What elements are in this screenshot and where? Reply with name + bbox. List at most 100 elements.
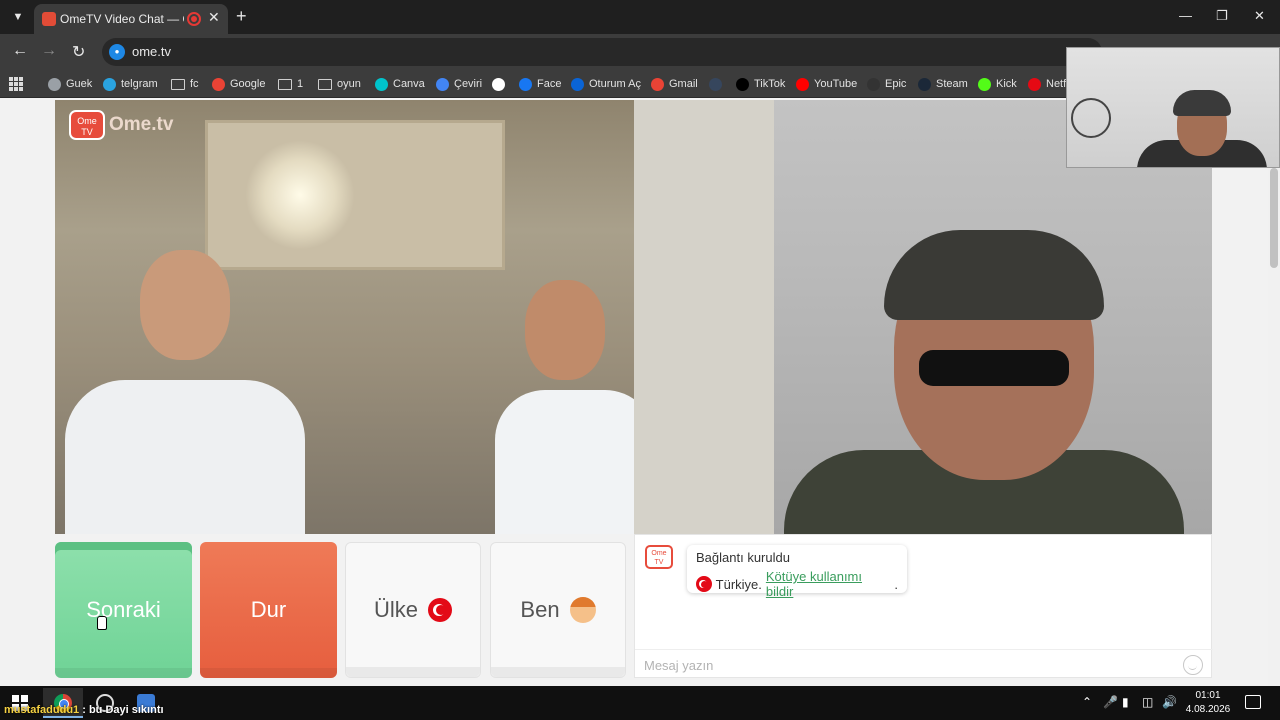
bookmark-label: Canva: [393, 78, 425, 90]
clock-date: 4.08.2026: [1185, 704, 1231, 715]
tab-close-icon[interactable]: ✕: [208, 9, 220, 26]
volume-icon[interactable]: 🔊: [1162, 695, 1177, 709]
turkey-flag-icon: [696, 576, 712, 592]
turkey-flag-icon: [428, 598, 452, 622]
folder-icon: [318, 78, 332, 90]
emoji-icon[interactable]: [1183, 655, 1203, 675]
person-figure: [65, 230, 305, 534]
page-scrollbar[interactable]: [1268, 98, 1280, 686]
bookmark-label: Google: [230, 78, 266, 90]
ometv-favicon-icon: [42, 12, 56, 26]
back-icon[interactable]: ←: [12, 42, 28, 60]
steam-icon: [918, 77, 931, 91]
partner-country: Türkiye.: [715, 576, 762, 592]
clock-time: 01:01: [1195, 690, 1221, 701]
folder-icon: [171, 78, 185, 90]
window-close-icon[interactable]: ✕: [1254, 8, 1265, 24]
person-figure: [784, 230, 1184, 534]
bookmark-oyun[interactable]: oyun: [318, 76, 361, 92]
stream-chat-overlay: mustafadudu1 : bu Dayi sıkıntı: [4, 704, 164, 716]
message-placeholder: Mesaj yazın: [644, 658, 714, 673]
tab-search-chevron-icon[interactable]: ▼: [8, 7, 28, 27]
bookmark-1[interactable]: 1: [278, 76, 303, 92]
google-icon: [212, 77, 225, 91]
address-bar[interactable]: ● ome.tv: [102, 38, 1102, 66]
stop-button[interactable]: Dur: [200, 542, 337, 678]
bookmark-oturum-aç[interactable]: Oturum Aç: [571, 76, 641, 92]
tumblr-icon: [709, 77, 722, 91]
notifications-icon[interactable]: [1245, 695, 1261, 709]
tab-ometv[interactable]: OmeTV Video Chat — Ome ✕: [34, 4, 228, 34]
battery-icon[interactable]: ▮: [1122, 695, 1129, 709]
bookmark-x[interactable]: [492, 76, 505, 92]
bookmark-gmail[interactable]: Gmail: [651, 76, 698, 92]
bookmark-netfl[interactable]: Netfl: [1028, 76, 1069, 92]
bookmark-label: Gmail: [669, 78, 698, 90]
bookmark-label: TikTok: [754, 78, 786, 90]
youtube-icon: [796, 77, 809, 91]
bookmark-label: Epic: [885, 78, 907, 90]
bookmark-label: Çeviri: [454, 78, 483, 90]
bookmark-epic[interactable]: Epic: [867, 76, 906, 92]
network-icon[interactable]: ◫: [1142, 695, 1153, 709]
bookmark-kick[interactable]: Kick: [978, 76, 1017, 92]
bookmark-telgram[interactable]: telgram: [103, 76, 158, 92]
local-video: Ome TV Ome.tv: [55, 100, 634, 534]
bookmark-label: 1: [297, 78, 304, 90]
bookmark-label: oyun: [337, 78, 361, 90]
bookmark-tumblr[interactable]: [709, 76, 722, 92]
ometv-logo-icon: Ome TV: [69, 110, 105, 140]
facebook-icon: [519, 77, 532, 91]
next-button[interactable]: Sonraki: [55, 542, 192, 678]
chat-panel: Ome TV Bağlantı kuruldu Türkiye. Kötüye …: [634, 534, 1213, 679]
bookmark-face[interactable]: Face: [519, 76, 561, 92]
bookmark-steam[interactable]: Steam: [918, 76, 968, 92]
apps-grid-icon[interactable]: [9, 77, 23, 91]
system-clock[interactable]: 01:01 4.08.2026: [1180, 689, 1236, 717]
microphone-icon[interactable]: 🎤: [1103, 695, 1118, 709]
globe-icon: [48, 77, 61, 91]
bookmark-çeviri[interactable]: Çeviri: [436, 76, 482, 92]
bookmark-label: telgram: [121, 78, 158, 90]
gmail-icon: [651, 77, 664, 91]
telegram-icon: [103, 77, 116, 91]
person-figure: [495, 280, 634, 534]
system-message: Bağlantı kuruldu Türkiye. Kötüye kullanı…: [687, 545, 907, 599]
forward-icon[interactable]: →: [41, 42, 57, 60]
bookmark-fc[interactable]: fc: [171, 76, 199, 92]
tray-chevron-up-icon[interactable]: ⌃: [1082, 695, 1092, 709]
bookmark-tiktok[interactable]: TikTok: [736, 76, 785, 92]
country-button[interactable]: Ülke: [345, 542, 481, 678]
ometv-logo-text: Ome.tv: [109, 114, 174, 135]
browser-tabstrip: ▼ OmeTV Video Chat — Ome ✕ + — ❐ ✕: [0, 0, 1280, 34]
tiktok-icon: [736, 77, 749, 91]
report-abuse-link[interactable]: Kötüye kullanımı bildir: [766, 569, 890, 599]
netflix-icon: [1028, 77, 1041, 91]
country-button-label: Ülke: [373, 597, 418, 622]
bookmark-label: Steam: [936, 78, 968, 90]
bookmark-google[interactable]: Google: [212, 76, 265, 92]
windows-taskbar: mustafadudu1 : bu Dayi sıkıntı ⌃ 🎤 ▮ ◫ 🔊…: [0, 686, 1280, 720]
bookmark-label: YouTube: [814, 78, 858, 90]
minimize-icon[interactable]: —: [1179, 8, 1192, 23]
streamer-webcam-overlay: [1066, 47, 1280, 168]
canva-icon: [375, 77, 388, 91]
scrollbar-thumb[interactable]: [1270, 168, 1278, 268]
ometv-logo: Ome TV Ome.tv: [69, 110, 173, 140]
me-button[interactable]: Ben: [490, 542, 626, 678]
ometv-page: Ome TV Ome.tv Sonraki Dur Ülke Ben Ome T…: [0, 98, 1268, 686]
bookmark-guek[interactable]: Guek: [48, 76, 92, 92]
camera-permission-icon[interactable]: ●: [109, 44, 125, 60]
bookmark-label: Oturum Aç: [589, 78, 641, 90]
bookmark-youtube[interactable]: YouTube: [796, 76, 857, 92]
bookmark-label: Face: [537, 78, 562, 90]
recording-indicator-icon: [187, 12, 201, 26]
maximize-icon[interactable]: ❐: [1216, 8, 1228, 24]
message-input[interactable]: Mesaj yazın: [635, 649, 1213, 679]
bookmark-canva[interactable]: Canva: [375, 76, 425, 92]
reload-icon[interactable]: ↻: [72, 42, 85, 62]
translate-icon: [436, 77, 449, 91]
kick-icon: [978, 77, 991, 91]
new-tab-icon[interactable]: +: [236, 6, 247, 27]
ometv-chat-logo-icon: Ome TV: [645, 545, 673, 569]
